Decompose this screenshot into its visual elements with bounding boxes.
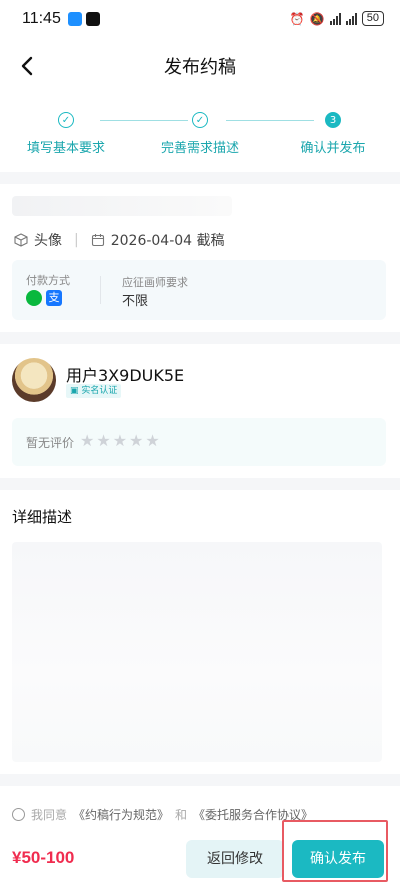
- signal-icon: [329, 12, 341, 25]
- step-2: ✓ 完善需求描述: [140, 112, 260, 156]
- back-to-edit-button[interactable]: 返回修改: [186, 840, 284, 878]
- verified-badge: ▣ 实名认证: [66, 384, 122, 398]
- star-icon: ★: [80, 431, 95, 450]
- section-title: 详细描述: [12, 508, 73, 526]
- order-summary-card: 头像 | 2026-04-04 截稿 付款方式 支 应征画师要求 不限: [0, 184, 400, 332]
- rating-stars: ★ ★ ★ ★ ★: [80, 431, 160, 450]
- check-icon: ✓: [58, 112, 74, 128]
- star-icon: ★: [145, 431, 160, 450]
- step-label: 完善需求描述: [160, 141, 239, 156]
- category-text: 头像: [34, 233, 62, 249]
- deadline-text: 2026-04-04 截稿: [110, 233, 225, 249]
- step-number: 3: [325, 112, 341, 128]
- agree-prefix: 我同意: [31, 808, 68, 822]
- requirement-value: 不限: [122, 294, 149, 309]
- user-card: 用户3X9DUK5E ▣ 实名认证 暂无评价 ★ ★ ★ ★ ★: [0, 344, 400, 478]
- price-range: ¥50-100: [12, 848, 75, 867]
- check-icon: ✓: [192, 112, 208, 128]
- divider: [100, 276, 101, 304]
- requirement-label: 应征画师要求: [122, 276, 188, 289]
- rating-box: 暂无评价 ★ ★ ★ ★ ★: [12, 418, 386, 466]
- id-card-icon: ▣: [70, 386, 79, 396]
- blurred-description: [12, 542, 382, 762]
- tiktok-app-icon: [86, 12, 100, 26]
- conduct-rules-link[interactable]: 《约稿行为规范》: [73, 806, 169, 823]
- step-label: 填写基本要求: [26, 141, 105, 156]
- mute-icon: 🔕: [309, 11, 325, 26]
- bottom-action-bar: 我同意 《约稿行为规范》 和 《委托服务合作协议》 ¥50-100 返回修改 确…: [0, 786, 400, 884]
- step-1: ✓ 填写基本要求: [6, 112, 126, 156]
- agreement-row: 我同意 《约稿行为规范》 和 《委托服务合作协议》: [12, 806, 313, 823]
- alipay-icon: 支: [46, 290, 62, 306]
- status-bar: 11:45 ⏰ 🔕 50: [0, 0, 400, 40]
- service-agreement-link[interactable]: 《委托服务合作协议》: [193, 806, 313, 823]
- step-3: 3 确认并发布: [273, 112, 393, 156]
- verified-label: 实名认证: [81, 386, 118, 396]
- star-icon: ★: [112, 431, 128, 450]
- wechat-pay-icon: [26, 290, 42, 306]
- page-title: 发布约稿: [164, 57, 236, 78]
- message-app-icon: [68, 12, 82, 26]
- nav-bar: 发布约稿: [0, 40, 400, 92]
- payment-icons: 支: [26, 290, 62, 306]
- avatar[interactable]: [12, 358, 56, 402]
- step-label: 确认并发布: [300, 141, 366, 156]
- cube-icon: [14, 233, 28, 247]
- rating-label: 暂无评价: [26, 436, 75, 450]
- agree-radio[interactable]: [12, 808, 25, 821]
- description-card: 详细描述: [0, 490, 400, 774]
- signal-icon: [345, 12, 357, 25]
- payment-box: 付款方式 支 应征画师要求 不限: [12, 260, 386, 320]
- blurred-title: [12, 196, 232, 216]
- star-icon: ★: [129, 431, 144, 450]
- alarm-icon: ⏰: [289, 11, 305, 26]
- status-time: 11:45: [22, 10, 61, 27]
- payment-label: 付款方式: [26, 274, 70, 287]
- star-icon: ★: [96, 431, 111, 450]
- progress-stepper: ✓ 填写基本要求 ✓ 完善需求描述 3 确认并发布: [0, 92, 400, 172]
- agree-and: 和: [175, 808, 188, 822]
- divider: |: [74, 232, 79, 248]
- user-name: 用户3X9DUK5E: [66, 366, 185, 385]
- confirm-publish-button[interactable]: 确认发布: [292, 840, 384, 878]
- calendar-icon: [91, 234, 104, 247]
- meta-row: 头像 | 2026-04-04 截稿: [14, 230, 225, 250]
- status-icons: ⏰ 🔕 50: [290, 11, 384, 26]
- battery-icon: 50: [361, 11, 384, 26]
